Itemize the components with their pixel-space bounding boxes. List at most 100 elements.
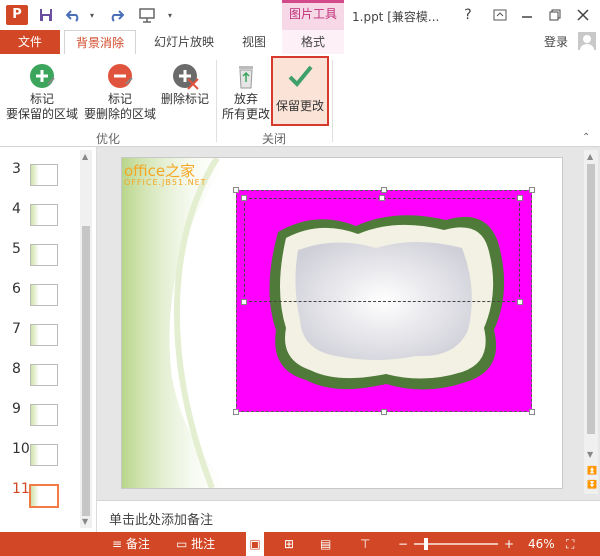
avatar[interactable] xyxy=(578,32,596,50)
slide-thumbnail[interactable] xyxy=(30,164,58,186)
slide-thumbnail[interactable] xyxy=(30,444,58,466)
undo-icon[interactable] xyxy=(64,0,84,30)
slide-thumbnail[interactable] xyxy=(30,284,58,306)
mark-keep-button[interactable]: 标记 要保留的区域 xyxy=(4,58,80,122)
mark-remove-button[interactable]: 标记 要删除的区域 xyxy=(82,58,158,122)
slide-sorter-icon[interactable]: ⊞ xyxy=(284,532,294,556)
delete-mark-button[interactable]: 删除标记 xyxy=(158,58,212,107)
slide-thumbnail[interactable] xyxy=(30,324,58,346)
notes-placeholder[interactable]: 单击此处添加备注 xyxy=(109,509,213,528)
group-label-close: 关闭 xyxy=(262,132,287,146)
resize-handle[interactable] xyxy=(241,299,247,305)
watermark-subtext: OFFICE.JB51.NET xyxy=(124,178,207,187)
tab-file[interactable]: 文件 xyxy=(0,30,60,54)
reading-view-icon[interactable]: ▤ xyxy=(320,532,331,556)
mark-keep-label-2: 要保留的区域 xyxy=(5,107,78,121)
mark-keep-icon xyxy=(28,62,56,90)
mark-keep-label-1: 标记 xyxy=(29,92,54,106)
resize-handle[interactable] xyxy=(233,409,239,415)
close-icon[interactable] xyxy=(572,0,594,30)
discard-label-1: 放弃 xyxy=(233,92,258,106)
group-separator xyxy=(332,60,333,142)
slide-thumbnail[interactable] xyxy=(30,244,58,266)
recycle-bin-icon xyxy=(232,62,260,90)
resize-handle[interactable] xyxy=(517,299,523,305)
zoom-slider-thumb[interactable] xyxy=(424,538,428,550)
resize-handle[interactable] xyxy=(379,195,385,201)
document-title: 1.ppt [兼容模... xyxy=(352,10,440,24)
next-slide-icon[interactable]: ⏬ xyxy=(587,480,597,489)
resize-handle[interactable] xyxy=(529,409,535,415)
group-label-optimize: 优化 xyxy=(96,132,121,146)
customize-qat-icon[interactable]: ▾ xyxy=(164,0,176,30)
slide-number: 5 xyxy=(12,241,21,257)
powerpoint-icon: P xyxy=(6,5,28,25)
comments-toggle[interactable]: ▭ 批注 xyxy=(176,532,215,556)
status-bar: ≡ 备注 ▭ 批注 ▣ ⊞ ▤ ⊤ − + 46% ⛶ xyxy=(0,532,600,556)
scrollbar-thumb[interactable] xyxy=(82,226,90,516)
slide-number: 3 xyxy=(12,161,21,177)
notes-pane[interactable]: 单击此处添加备注 xyxy=(97,500,600,533)
fit-slide-icon[interactable]: ⛶ xyxy=(566,532,574,556)
minimize-icon[interactable] xyxy=(516,0,538,30)
slide-number: 11 xyxy=(12,481,30,497)
tab-format[interactable]: 格式 xyxy=(282,30,344,54)
tab-view[interactable]: 视图 xyxy=(232,30,276,54)
slide-number: 6 xyxy=(12,281,21,297)
scroll-down-icon[interactable]: ▼ xyxy=(587,450,593,459)
delete-mark-icon xyxy=(171,62,199,90)
resize-handle[interactable] xyxy=(517,195,523,201)
slide-canvas[interactable]: office之家 OFFICE.JB51.NET xyxy=(121,157,563,489)
scroll-down-icon[interactable]: ▼ xyxy=(82,517,88,526)
restore-icon[interactable] xyxy=(544,0,566,30)
picture-background-removal[interactable] xyxy=(233,187,535,415)
normal-view-icon[interactable]: ▣ xyxy=(246,532,264,556)
start-from-beginning-icon[interactable] xyxy=(136,0,158,30)
comment-icon: ▭ xyxy=(176,537,188,551)
notes-toggle[interactable]: ≡ 备注 xyxy=(112,532,150,556)
resize-handle[interactable] xyxy=(381,187,387,193)
previous-slide-icon[interactable]: ⏫ xyxy=(587,466,597,475)
notes-toggle-label: 备注 xyxy=(125,537,150,551)
slide-number: 10 xyxy=(12,441,30,457)
editor-scrollbar[interactable]: ▲ ▼ ⏫ ⏬ xyxy=(584,150,598,494)
slide-number: 7 xyxy=(12,321,21,337)
delete-mark-label: 删除标记 xyxy=(160,92,209,106)
slide-thumbnail-selected[interactable] xyxy=(29,484,59,508)
help-icon[interactable]: ? xyxy=(458,0,478,30)
slide-thumbnail[interactable] xyxy=(30,404,58,426)
keep-changes-label: 保留更改 xyxy=(275,99,324,113)
redo-icon[interactable] xyxy=(106,0,126,30)
save-icon[interactable] xyxy=(36,0,56,30)
slide-number: 8 xyxy=(12,361,21,377)
tab-remove-background[interactable]: 背景消除 xyxy=(64,30,136,55)
resize-handle[interactable] xyxy=(233,187,239,193)
crop-area-border[interactable] xyxy=(244,198,520,302)
slideshow-icon[interactable]: ⊤ xyxy=(360,532,370,556)
zoom-in-icon[interactable]: + xyxy=(504,532,514,556)
scroll-up-icon[interactable]: ▲ xyxy=(587,152,593,161)
slide-number: 9 xyxy=(12,401,21,417)
keep-changes-button[interactable]: 保留更改 xyxy=(272,58,328,114)
tab-slideshow[interactable]: 幻灯片放映 xyxy=(146,30,222,54)
comments-toggle-label: 批注 xyxy=(191,537,216,551)
notes-icon: ≡ xyxy=(112,537,123,551)
scrollbar-thumb[interactable] xyxy=(587,164,595,434)
resize-handle[interactable] xyxy=(381,409,387,415)
zoom-level[interactable]: 46% xyxy=(528,532,555,556)
login-link[interactable]: 登录 xyxy=(536,30,576,54)
collapse-ribbon-icon[interactable]: ⌃ xyxy=(582,132,590,143)
ribbon-display-icon[interactable] xyxy=(490,0,510,30)
resize-handle[interactable] xyxy=(529,187,535,193)
slides-scrollbar[interactable]: ▲ ▼ xyxy=(80,150,92,528)
mark-remove-label-1: 标记 xyxy=(107,92,132,106)
checkmark-icon xyxy=(286,62,314,90)
slide-thumbnail[interactable] xyxy=(30,364,58,386)
discard-changes-button[interactable]: 放弃 所有更改 xyxy=(220,58,272,122)
resize-handle[interactable] xyxy=(241,195,247,201)
title-bar: P ▾ ▾ 图片工具 1.ppt [兼容模... ? xyxy=(0,0,600,30)
undo-dropdown-icon[interactable]: ▾ xyxy=(86,0,98,30)
zoom-out-icon[interactable]: − xyxy=(398,532,408,556)
slide-thumbnail[interactable] xyxy=(30,204,58,226)
scroll-up-icon[interactable]: ▲ xyxy=(82,152,88,161)
